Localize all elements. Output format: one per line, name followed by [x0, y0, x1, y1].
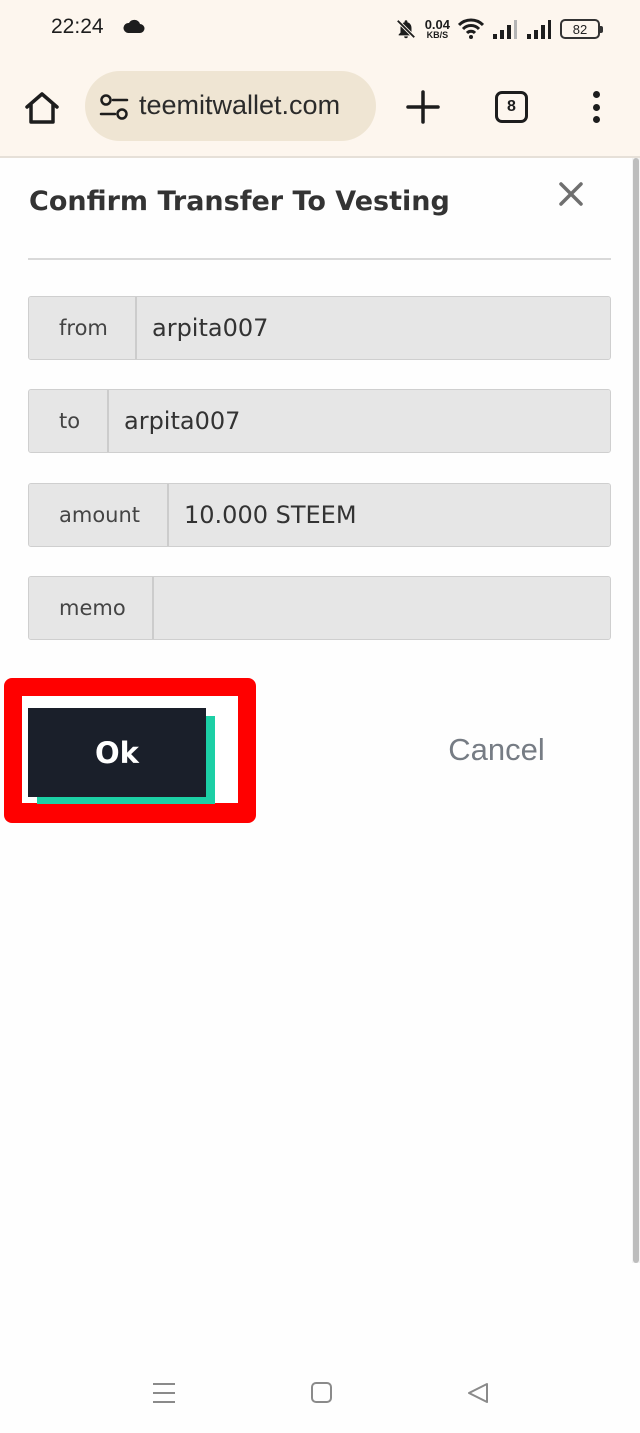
to-field: to arpita007 [28, 389, 611, 453]
status-bar: 22:24 0.04 KB/S 82 [0, 0, 640, 58]
recents-icon[interactable] [151, 1381, 177, 1405]
url-text: teemitwallet.com [139, 90, 341, 120]
scrollbar[interactable] [633, 158, 639, 1263]
dialog-title: Confirm Transfer To Vesting [29, 186, 450, 217]
memo-label: memo [29, 577, 154, 639]
site-settings-icon[interactable] [99, 93, 129, 121]
tabs-icon[interactable]: 8 [495, 91, 528, 123]
from-value: arpita007 [137, 297, 610, 359]
ok-button[interactable]: Ok [28, 708, 206, 797]
net-speed: 0.04 KB/S [425, 18, 450, 40]
home-square-icon[interactable] [310, 1381, 333, 1404]
system-nav-bar [0, 1350, 640, 1433]
menu-dot [592, 103, 600, 111]
back-triangle-icon[interactable] [465, 1381, 491, 1405]
status-icons: 0.04 KB/S 82 [395, 14, 603, 44]
battery-icon: 82 [560, 19, 603, 39]
more-vert-icon[interactable] [586, 88, 606, 126]
from-field: from arpita007 [28, 296, 611, 360]
amount-field: amount 10.000 STEEM [28, 483, 611, 547]
battery-level: 82 [572, 21, 588, 37]
bell-off-icon [396, 19, 416, 39]
signal-icon-1 [493, 20, 517, 39]
menu-dot [592, 91, 600, 98]
signal-icon-2 [527, 20, 551, 39]
close-icon[interactable] [556, 179, 586, 209]
amount-label: amount [29, 484, 169, 546]
cancel-button[interactable]: Cancel [424, 728, 569, 772]
home-icon [25, 92, 59, 124]
cloud-icon [123, 19, 145, 33]
net-speed-unit: KB/S [426, 30, 449, 40]
status-time: 22:24 [51, 15, 104, 38]
plus-icon[interactable] [404, 88, 442, 126]
wifi-icon [458, 18, 484, 39]
memo-value [154, 577, 610, 639]
screen: 22:24 0.04 KB/S 82 teemitwallet.com 8 Co… [0, 0, 640, 1433]
from-label: from [29, 297, 137, 359]
title-divider [28, 258, 611, 260]
to-value: arpita007 [109, 390, 610, 452]
home-button[interactable] [22, 88, 62, 128]
memo-field: memo [28, 576, 611, 640]
toolbar-divider [0, 156, 640, 158]
amount-value: 10.000 STEEM [169, 484, 610, 546]
browser-toolbar: teemitwallet.com 8 [0, 58, 640, 156]
menu-dot [592, 116, 600, 123]
url-bar[interactable]: teemitwallet.com [85, 71, 376, 141]
to-label: to [29, 390, 109, 452]
